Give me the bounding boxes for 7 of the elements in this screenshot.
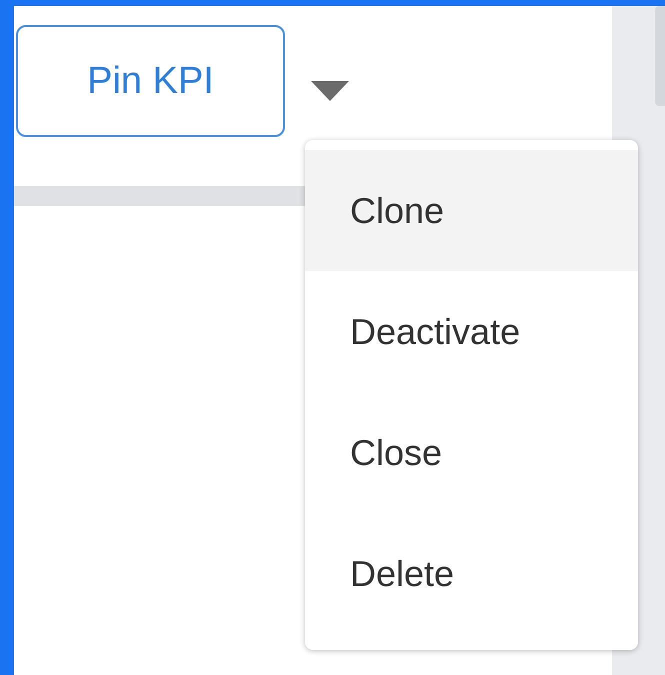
caret-icon[interactable]	[311, 81, 349, 101]
scrollbar-thumb[interactable]	[655, 6, 665, 106]
menu-item[interactable]: Delete	[305, 513, 638, 634]
menu-item[interactable]: Close	[305, 392, 638, 513]
menu-item[interactable]: Clone	[305, 150, 638, 271]
pin-kpi-button[interactable]: Pin KPI	[16, 25, 285, 137]
menu-item[interactable]: Deactivate	[305, 271, 638, 392]
